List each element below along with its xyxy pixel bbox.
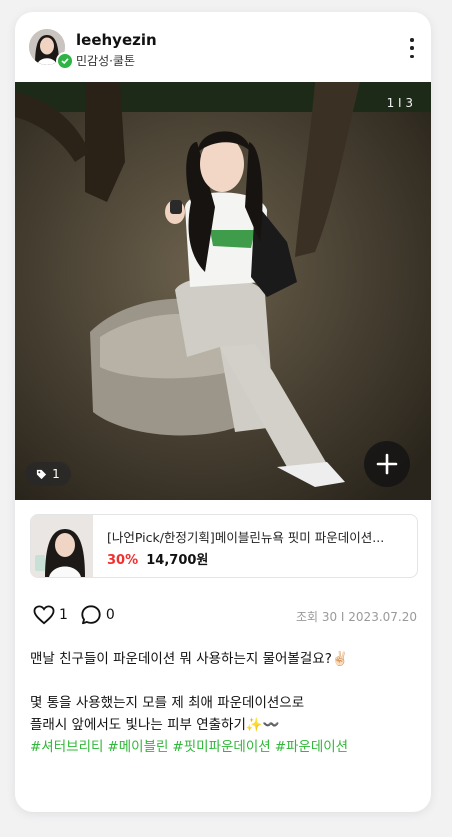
hashtag[interactable]: #메이블린: [107, 739, 168, 755]
views-and-date: 조회 30 I 2023.07.20: [295, 610, 417, 624]
product-card[interactable]: [나언Pick/한정기획]메이블린뉴욕 핏미 파운데이션... 30% 14,7…: [30, 514, 418, 578]
tag-icon: [37, 469, 47, 479]
comment-icon: [81, 605, 101, 625]
plus-button[interactable]: [364, 441, 410, 487]
product-price-row: 30% 14,700원: [107, 549, 208, 568]
post-actions: 1 0: [33, 602, 127, 628]
hashtag-list: #셔터브리티 #메이블린 #핏미파운데이션 #파운데이션: [30, 736, 420, 758]
photo-image: [15, 82, 431, 500]
caption-line: 몇 통을 사용했는지 모를 제 최애 파운데이션으로: [30, 695, 305, 711]
plus-icon: [376, 453, 398, 475]
post-card: leehyezin 민감성·쿨톤 1 I 3 1 [나언Pick/한정기획]메이…: [15, 12, 431, 812]
product-name[interactable]: [나언Pick/한정기획]메이블린뉴욕 핏미 파운데이션...: [107, 527, 407, 546]
comment-button[interactable]: 0: [80, 604, 115, 626]
photo-counter: 1 I 3: [386, 96, 413, 110]
discount-rate: 30%: [107, 553, 139, 568]
verified-icon: [56, 52, 74, 70]
post-photo[interactable]: 1 I 3 1: [15, 82, 431, 500]
like-button[interactable]: 1: [33, 605, 68, 625]
tag-count: 1: [52, 467, 60, 481]
hashtag[interactable]: #셔터브리티: [30, 739, 103, 755]
like-count: 1: [59, 607, 68, 623]
comment-count: 0: [105, 607, 115, 623]
caption-line: 맨날 친구들이 파운데이션 뭐 사용하는지 물어볼걸요?✌🏻: [30, 651, 349, 667]
post-header: leehyezin 민감성·쿨톤: [15, 12, 431, 82]
hashtag[interactable]: #파운데이션: [275, 739, 348, 755]
product-tag-badge[interactable]: 1: [25, 462, 71, 486]
product-thumbnail: [31, 515, 93, 577]
skin-type-label: 민감성·쿨톤: [76, 54, 136, 68]
username[interactable]: leehyezin: [76, 31, 157, 49]
heart-icon: [33, 605, 55, 625]
more-icon[interactable]: [409, 38, 415, 58]
product-price: 14,700원: [146, 553, 209, 568]
post-caption: 맨날 친구들이 파운데이션 뭐 사용하는지 물어볼걸요?✌🏻 몇 통을 사용했는…: [30, 648, 420, 758]
hashtag[interactable]: #핏미파운데이션: [172, 739, 270, 755]
caption-line: 플래시 앞에서도 빛나는 피부 연출하기✨〰️: [30, 717, 280, 733]
